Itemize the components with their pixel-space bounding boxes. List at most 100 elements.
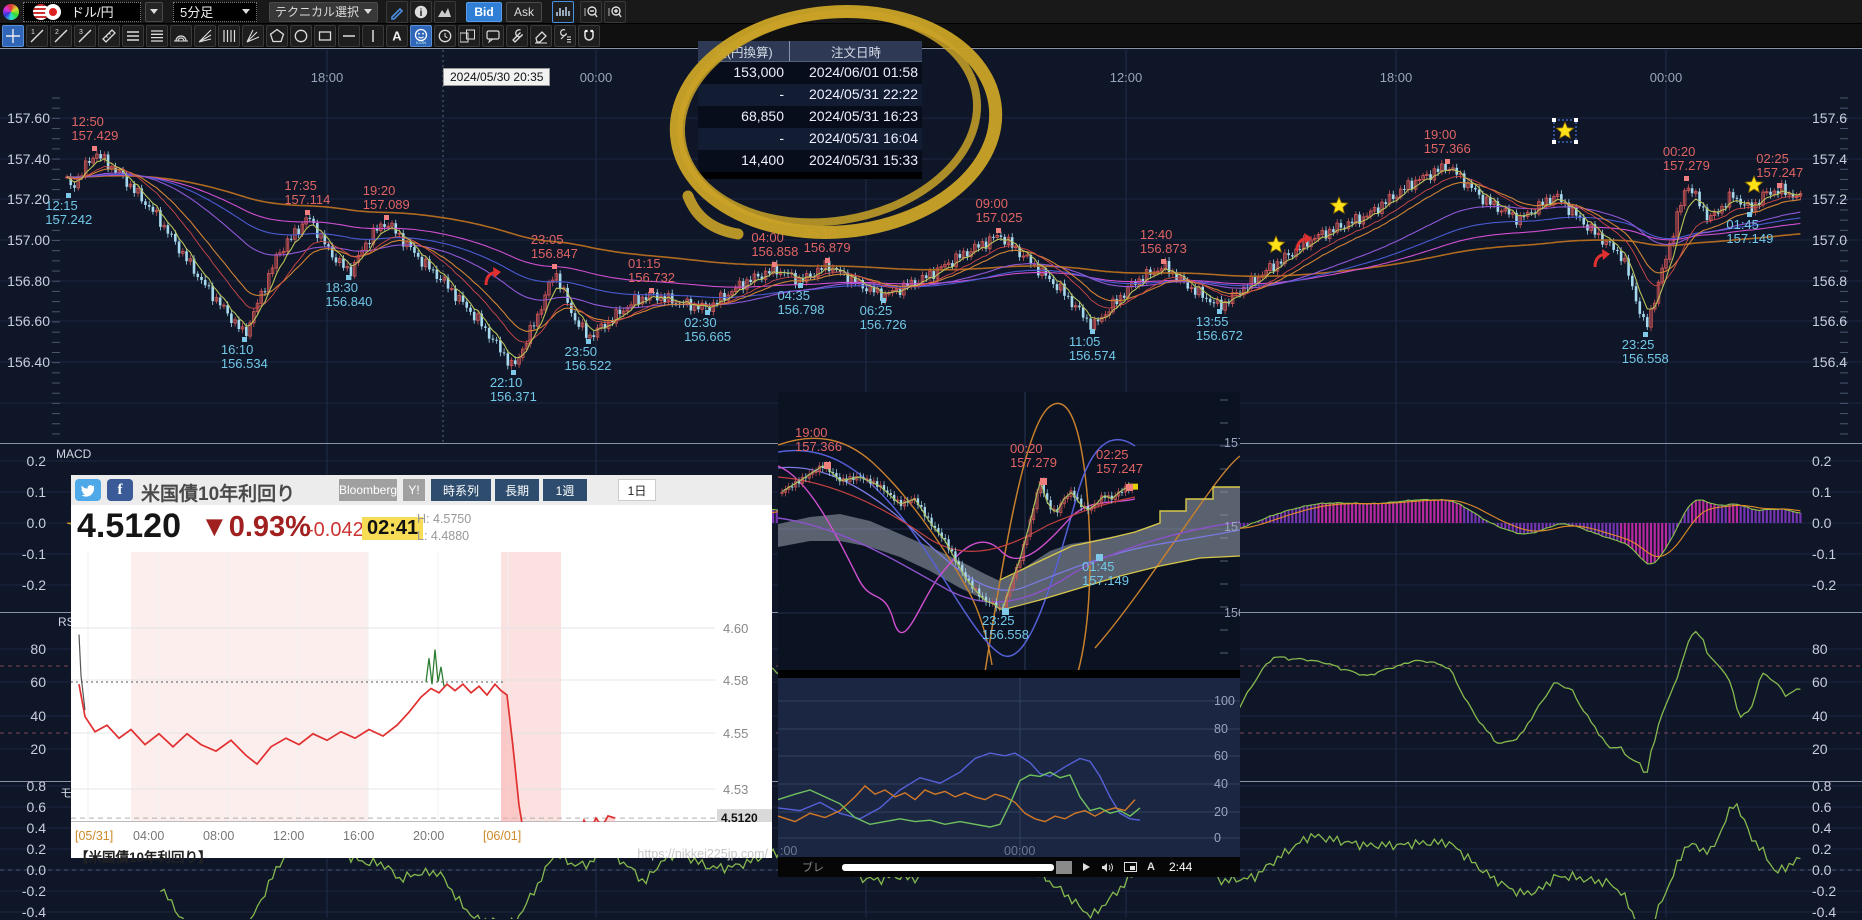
tool-hlines-4[interactable] [146, 25, 168, 47]
timeframe-select[interactable]: 5分足 [173, 2, 257, 22]
copy-icon [460, 27, 478, 45]
swing-price: 157.242 [45, 213, 92, 227]
order-row[interactable]: 14,4002024/05/31 15:33 [698, 150, 922, 172]
swing-marker [92, 146, 97, 151]
tool-ruler[interactable] [98, 25, 120, 47]
swing-marker [772, 262, 777, 267]
tool-hlines-3[interactable] [122, 25, 144, 47]
tool-eraser[interactable] [530, 25, 552, 47]
us10y-tab-Y![interactable]: Y! [403, 479, 425, 501]
icon-stamp-smiley-icon: ICON [412, 27, 430, 45]
tool-clock[interactable] [434, 25, 456, 47]
twitter-share-button[interactable] [75, 479, 101, 501]
price-axis-left-label: 157.60 [6, 110, 50, 126]
swing-price: 156.574 [1069, 349, 1116, 363]
momentum-tick: 0.2 [1812, 841, 1831, 857]
subtitle-A-icon[interactable]: A [1147, 861, 1155, 873]
tool-text-A[interactable]: A [386, 25, 408, 47]
swing-time: 12:15 [45, 199, 92, 213]
tool-vlines[interactable] [218, 25, 240, 47]
order-row[interactable]: -2024/05/31 22:22 [698, 84, 922, 106]
order-row[interactable]: -2024/05/31 16:04 [698, 128, 922, 150]
tool-trendline-3[interactable]: 3 [74, 25, 96, 47]
video-progress-handle[interactable] [1056, 861, 1072, 874]
info-button[interactable]: i [410, 1, 432, 23]
tool-horizontal-line[interactable] [338, 25, 360, 47]
swing-time: 13:55 [1196, 315, 1243, 329]
order-profit: 14,400 [698, 150, 790, 172]
draw-pencil-button[interactable] [386, 1, 408, 23]
swing-marker [346, 275, 351, 280]
bid-button[interactable]: Bid [466, 2, 502, 22]
us10y-tab-Bloomberg[interactable]: Bloomberg [339, 479, 397, 501]
video-progress-bar[interactable] [842, 864, 1054, 871]
swing-marker [825, 258, 830, 263]
tool-crosshair[interactable] [2, 25, 24, 47]
magnet-icon [580, 27, 598, 45]
timeframe-label: 5分足 [180, 2, 213, 21]
momentum-tick: 0.0 [1812, 862, 1831, 878]
swing-price: 156.672 [1196, 329, 1243, 343]
swing-time: 04:00 [751, 231, 798, 245]
us10y-tab-1週[interactable]: 1週 [543, 479, 587, 501]
swing-price: 156.534 [221, 357, 268, 371]
tool-fan-lines[interactable] [194, 25, 216, 47]
facebook-share-button[interactable]: f [107, 479, 133, 501]
tool-fibo-arcs[interactable] [170, 25, 192, 47]
play-icon[interactable] [1082, 862, 1091, 872]
tool-vertical-line[interactable] [362, 25, 384, 47]
mountain-chart-icon [437, 4, 453, 20]
rsi-tick: 40 [1812, 708, 1828, 724]
info-icon: i [413, 4, 429, 20]
rectangle-icon [316, 27, 334, 45]
momentum-tick: -0.4 [6, 904, 46, 920]
us10y-tab-1日[interactable]: 1日 [618, 479, 656, 501]
us10y-tab-時系列[interactable]: 時系列 [431, 479, 491, 501]
tool-circle[interactable] [290, 25, 312, 47]
volume-icon[interactable] [1101, 862, 1114, 873]
pair-select[interactable]: ドル/円 [23, 2, 141, 22]
us10y-tab-長期[interactable]: 長期 [495, 479, 539, 501]
zoom-in-button[interactable] [604, 1, 626, 23]
swing-time: 06:25 [860, 304, 907, 318]
tool-copy[interactable] [458, 25, 480, 47]
rsi-tick: 60 [1812, 674, 1828, 690]
tool-trendline-1[interactable]: 1 [26, 25, 48, 47]
tool-callout[interactable] [482, 25, 504, 47]
order-row[interactable]: 153,0002024/06/01 01:58 [698, 62, 922, 84]
macd-tick: -0.1 [6, 546, 46, 562]
us10y-x-tick: 04:00 [133, 829, 164, 843]
tool-trendline-2[interactable]: 2 [50, 25, 72, 47]
video-controls-bar: ブレ A 2:44 [778, 857, 1240, 877]
macd-tick: 0.0 [1812, 515, 1831, 531]
zoom-out-button[interactable] [580, 1, 602, 23]
order-datetime: 2024/05/31 16:04 [790, 128, 922, 150]
tool-icon-stamp-smiley[interactable]: ICON [410, 25, 432, 47]
tool-gann-fan[interactable] [242, 25, 264, 47]
pip-icon[interactable] [1124, 862, 1137, 872]
order-row[interactable]: 68,8502024/05/31 16:23 [698, 106, 922, 128]
momentum-tick: 0.4 [1812, 820, 1831, 836]
indicator-window-button[interactable] [552, 1, 574, 23]
rsi-tick: 20 [6, 741, 46, 757]
swing-price: 157.114 [284, 193, 330, 207]
tool-rectangle[interactable] [314, 25, 336, 47]
swing-marker [1090, 329, 1095, 334]
tool-wrench[interactable] [506, 25, 528, 47]
svg-text:3: 3 [79, 29, 83, 36]
technical-select-button[interactable]: テクニカル選択 [269, 2, 378, 22]
swing-label: 23:05156.847 [531, 233, 578, 261]
chart-style-button[interactable] [434, 1, 456, 23]
pair-dropdown-button[interactable] [145, 2, 163, 22]
text-A-icon: A [388, 27, 406, 45]
horizontal-line-icon [340, 27, 358, 45]
rsi-tick: 80 [6, 641, 46, 657]
ask-button[interactable]: Ask [506, 2, 542, 22]
chevron-down-icon [242, 9, 250, 14]
tool-pentagon[interactable] [266, 25, 288, 47]
drawing-toolbar: 123 A ICON [0, 24, 1862, 48]
tool-settings-list[interactable] [554, 25, 576, 47]
price-axis-left-label: 157.40 [6, 151, 50, 167]
momentum-tick: 0.2 [6, 841, 46, 857]
tool-magnet[interactable] [578, 25, 600, 47]
